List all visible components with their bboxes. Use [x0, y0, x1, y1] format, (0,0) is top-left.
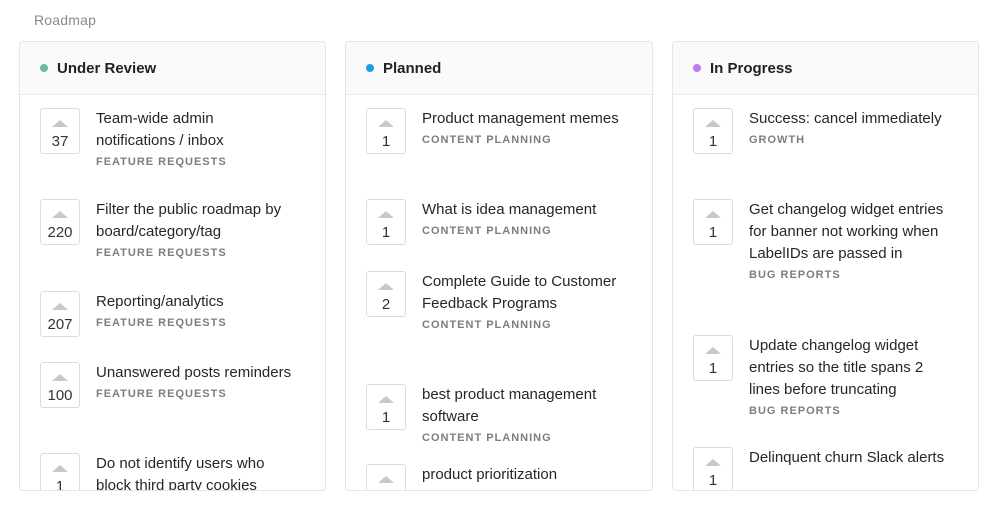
post-item[interactable]: 1 Do not identify users who block third p… — [20, 453, 325, 491]
upvote-button[interactable]: 207 — [40, 291, 80, 337]
post-category: CONTENT PLANNING — [422, 134, 552, 146]
post-category: CONTENT PLANNING — [422, 319, 552, 331]
post-category: BUG REPORTS — [749, 405, 841, 417]
post-category: CONTENT PLANNING — [422, 225, 552, 237]
board-in-progress: In Progress 1 Success: cancel immediately G… — [672, 41, 979, 491]
board-header[interactable]: In Progress — [673, 42, 978, 95]
post-item[interactable]: 37 Team-wide admin notifications / inbox F… — [20, 108, 325, 168]
post-item[interactable]: 1 Get changelog widget entries for banner… — [673, 199, 978, 281]
post-item[interactable]: 1 Delinquent churn Slack alerts — [673, 447, 978, 490]
vote-count: 1 — [708, 224, 718, 241]
upvote-arrow-icon — [52, 374, 68, 381]
board-under-review: Under Review 37 Team-wide admin notificati… — [19, 41, 326, 491]
upvote-arrow-icon — [705, 211, 721, 218]
upvote-arrow-icon — [52, 465, 68, 472]
upvote-button[interactable]: 1 — [366, 108, 406, 154]
board-header[interactable]: Planned — [346, 42, 652, 95]
vote-count: 1 — [55, 478, 65, 491]
board-planned: Planned 1 Product management memes CONTENT … — [345, 41, 653, 491]
post-title[interactable]: Reporting/analytics — [96, 291, 296, 313]
post-title[interactable]: Team-wide admin notifications / inbox — [96, 108, 296, 152]
post-category: FEATURE REQUESTS — [96, 247, 227, 259]
post-title[interactable]: Do not identify users who block third pa… — [96, 453, 296, 490]
post-category: BUG REPORTS — [749, 269, 841, 281]
board-header[interactable]: Under Review — [20, 42, 325, 95]
vote-count: 100 — [47, 387, 73, 404]
post-category: CONTENT PLANNING — [422, 432, 552, 444]
page-title: Roadmap — [34, 12, 97, 28]
post-item[interactable]: 220 Filter the public roadmap by board/ca… — [20, 199, 325, 259]
upvote-arrow-icon — [705, 459, 721, 466]
post-title[interactable]: Product management memes — [422, 108, 622, 130]
upvote-button[interactable]: 220 — [40, 199, 80, 245]
post-item[interactable]: 100 Unanswered posts reminders FEATURE REQ… — [20, 362, 325, 408]
post-title[interactable]: Complete Guide to Customer Feedback Prog… — [422, 271, 622, 315]
post-title[interactable]: Get changelog widget entries for banner … — [749, 199, 949, 265]
post-title[interactable]: Update changelog widget entries so the t… — [749, 335, 949, 401]
vote-count: 1 — [708, 133, 718, 150]
post-item[interactable]: 2 Complete Guide to Customer Feedback Pro… — [346, 271, 652, 331]
vote-count: 1 — [381, 409, 391, 426]
vote-count: 207 — [47, 316, 73, 333]
post-item[interactable]: 1 Success: cancel immediately GROWTH — [673, 108, 978, 154]
upvote-arrow-icon — [378, 211, 394, 218]
post-category: FEATURE REQUESTS — [96, 156, 227, 168]
upvote-button[interactable]: 1 — [693, 199, 733, 245]
upvote-arrow-icon — [378, 120, 394, 127]
upvote-button[interactable]: 1 — [366, 199, 406, 245]
status-dot-icon — [366, 64, 374, 72]
upvote-button[interactable]: 1 — [693, 108, 733, 154]
status-dot-icon — [693, 64, 701, 72]
upvote-arrow-icon — [52, 303, 68, 310]
upvote-button[interactable]: 2 — [366, 271, 406, 317]
status-dot-icon — [40, 64, 48, 72]
vote-count: 2 — [381, 296, 391, 313]
post-item[interactable]: 1 best product management software CONTENT… — [346, 384, 652, 444]
upvote-arrow-icon — [52, 120, 68, 127]
upvote-arrow-icon — [705, 347, 721, 354]
upvote-button[interactable]: 100 — [40, 362, 80, 408]
upvote-button[interactable]: 1 — [40, 453, 80, 491]
upvote-arrow-icon — [378, 283, 394, 290]
vote-count: 1 — [381, 133, 391, 150]
upvote-button[interactable]: 1 — [693, 447, 733, 490]
post-title[interactable]: product prioritization — [422, 464, 622, 486]
post-item[interactable]: 1 What is idea management CONTENT PLANNING — [346, 199, 652, 245]
post-title[interactable]: Success: cancel immediately — [749, 108, 949, 130]
upvote-arrow-icon — [705, 120, 721, 127]
post-item[interactable]: 1 Product management memes CONTENT PLANNIN… — [346, 108, 652, 154]
post-title[interactable]: Unanswered posts reminders — [96, 362, 296, 384]
vote-count: 1 — [381, 224, 391, 241]
post-category: FEATURE REQUESTS — [96, 317, 227, 329]
post-item[interactable]: 207 Reporting/analytics FEATURE REQUESTS — [20, 291, 325, 337]
post-title[interactable]: Filter the public roadmap by board/categ… — [96, 199, 296, 243]
upvote-arrow-icon — [378, 396, 394, 403]
upvote-arrow-icon — [52, 211, 68, 218]
post-item[interactable]: 1 Update changelog widget entries so the … — [673, 335, 978, 417]
vote-count: 220 — [47, 224, 73, 241]
board-title: Under Review — [57, 59, 157, 77]
upvote-button[interactable] — [366, 464, 406, 490]
vote-count: 1 — [708, 472, 718, 489]
upvote-button[interactable]: 37 — [40, 108, 80, 154]
vote-count: 1 — [708, 360, 718, 377]
upvote-button[interactable]: 1 — [366, 384, 406, 430]
vote-count: 37 — [51, 133, 69, 150]
board-title: In Progress — [710, 59, 793, 77]
upvote-arrow-icon — [378, 476, 394, 483]
board-title: Planned — [383, 59, 442, 77]
post-item[interactable]: product prioritization — [346, 464, 652, 490]
post-title[interactable]: What is idea management — [422, 199, 622, 221]
post-title[interactable]: best product management software — [422, 384, 622, 428]
post-category: FEATURE REQUESTS — [96, 388, 227, 400]
post-category: GROWTH — [749, 134, 806, 146]
post-title[interactable]: Delinquent churn Slack alerts — [749, 447, 949, 469]
upvote-button[interactable]: 1 — [693, 335, 733, 381]
